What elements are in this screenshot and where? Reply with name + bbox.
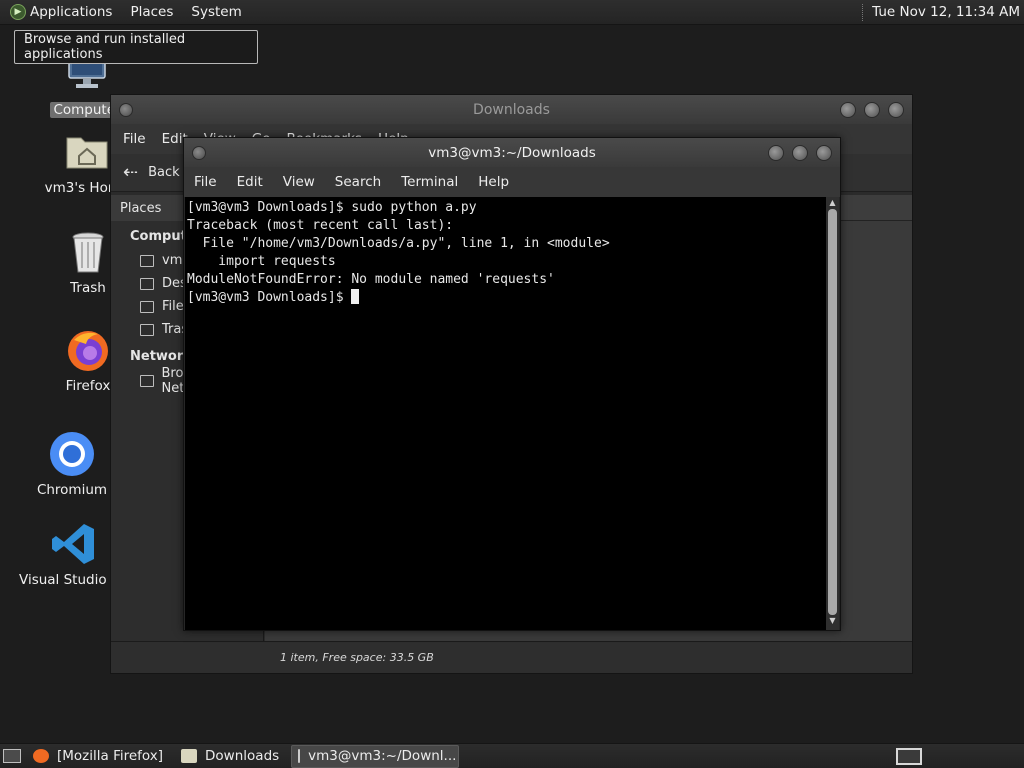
terminal-line: import requests bbox=[187, 254, 336, 269]
window-controls bbox=[840, 101, 904, 118]
text-cursor bbox=[351, 289, 360, 304]
maximize-button[interactable] bbox=[792, 144, 808, 161]
fm-menu-file[interactable]: File bbox=[123, 131, 146, 147]
clock[interactable]: Tue Nov 12, 11:34 AM bbox=[872, 4, 1020, 20]
network-icon bbox=[140, 374, 154, 387]
bottom-panel: [Mozilla Firefox] Downloads vm3@vm3:~/Do… bbox=[0, 743, 1024, 768]
scroll-up-arrow-icon[interactable]: ▲ bbox=[826, 197, 839, 209]
firefox-icon bbox=[64, 326, 112, 374]
top-panel: ▶ Applications Places System Tue Nov 12,… bbox=[0, 0, 1024, 25]
scrollbar-thumb[interactable] bbox=[828, 209, 837, 615]
maximize-button[interactable] bbox=[864, 101, 880, 118]
panel-right-area: Tue Nov 12, 11:34 AM bbox=[862, 0, 1024, 24]
taskbar-item-label: Downloads bbox=[205, 748, 280, 764]
back-arrow-icon[interactable]: ⇠ bbox=[123, 162, 138, 183]
drive-icon bbox=[140, 300, 154, 313]
firefox-icon bbox=[33, 749, 49, 763]
window-controls bbox=[768, 144, 832, 161]
term-menu-help[interactable]: Help bbox=[478, 174, 509, 190]
terminal-line: [vm3@vm3 Downloads]$ sudo python a.py bbox=[187, 200, 477, 215]
status-bar: 1 item, Free space: 33.5 GB bbox=[111, 641, 912, 673]
terminal-output[interactable]: [vm3@vm3 Downloads]$ sudo python a.py Tra… bbox=[185, 197, 828, 630]
vscode-icon bbox=[50, 520, 98, 568]
window-title: vm3@vm3:~/Downloads bbox=[428, 144, 596, 161]
terminal-line: File "/home/vm3/Downloads/a.py", line 1,… bbox=[187, 236, 610, 251]
home-folder-icon bbox=[63, 128, 111, 176]
menu-places[interactable]: Places bbox=[130, 4, 173, 20]
term-menu-file[interactable]: File bbox=[194, 174, 217, 190]
terminal-prompt: [vm3@vm3 Downloads]$ bbox=[187, 290, 352, 305]
taskbar-item-downloads[interactable]: Downloads bbox=[175, 745, 285, 768]
window-menu-icon[interactable] bbox=[119, 102, 133, 117]
folder-icon bbox=[181, 749, 198, 763]
applications-tooltip: Browse and run installed applications bbox=[14, 30, 258, 64]
term-menu-search[interactable]: Search bbox=[335, 174, 381, 190]
window-title: Downloads bbox=[473, 101, 550, 118]
trash-icon bbox=[140, 323, 154, 336]
taskbar-item-label: vm3@vm3:~/Downl... bbox=[308, 748, 457, 764]
back-button[interactable]: Back bbox=[148, 165, 180, 180]
minimize-button[interactable] bbox=[840, 101, 856, 118]
desktop-icon bbox=[140, 277, 154, 290]
trash-icon bbox=[64, 228, 112, 276]
home-icon bbox=[140, 254, 154, 267]
close-button[interactable] bbox=[816, 144, 832, 161]
minimize-button[interactable] bbox=[768, 144, 784, 161]
menu-system[interactable]: System bbox=[191, 4, 241, 20]
term-menu-view[interactable]: View bbox=[283, 174, 315, 190]
taskbar-item-terminal[interactable]: vm3@vm3:~/Downl... bbox=[291, 744, 460, 768]
terminal-menubar: File Edit View Search Terminal Help bbox=[184, 167, 840, 197]
show-desktop-button[interactable] bbox=[3, 749, 21, 763]
terminal-titlebar[interactable]: vm3@vm3:~/Downloads bbox=[184, 138, 840, 167]
window-menu-icon[interactable] bbox=[192, 145, 206, 160]
scroll-down-arrow-icon[interactable]: ▼ bbox=[826, 615, 839, 627]
terminal-prompt-line[interactable]: [vm3@vm3 Downloads]$ bbox=[187, 289, 826, 307]
terminal-line: Traceback (most recent call last): bbox=[187, 218, 454, 233]
applications-menu-icon[interactable]: ▶ bbox=[10, 4, 26, 20]
file-manager-titlebar[interactable]: Downloads bbox=[111, 95, 912, 124]
terminal-line: ModuleNotFoundError: No module named 're… bbox=[187, 272, 555, 287]
menu-applications[interactable]: Applications bbox=[30, 4, 112, 20]
status-text: 1 item, Free space: 33.5 GB bbox=[280, 651, 434, 664]
taskbar-item-label: [Mozilla Firefox] bbox=[57, 748, 164, 764]
terminal-icon bbox=[298, 749, 301, 763]
term-menu-edit[interactable]: Edit bbox=[237, 174, 263, 190]
taskbar-item-firefox[interactable]: [Mozilla Firefox] bbox=[27, 745, 169, 768]
terminal-scrollbar[interactable]: ▲ ▼ bbox=[826, 197, 839, 630]
panel-separator bbox=[862, 3, 864, 21]
terminal-window[interactable]: vm3@vm3:~/Downloads File Edit View Searc… bbox=[183, 137, 841, 631]
close-button[interactable] bbox=[888, 101, 904, 118]
chromium-icon bbox=[48, 430, 96, 478]
workspace-switcher[interactable] bbox=[896, 747, 922, 765]
term-menu-terminal[interactable]: Terminal bbox=[401, 174, 458, 190]
